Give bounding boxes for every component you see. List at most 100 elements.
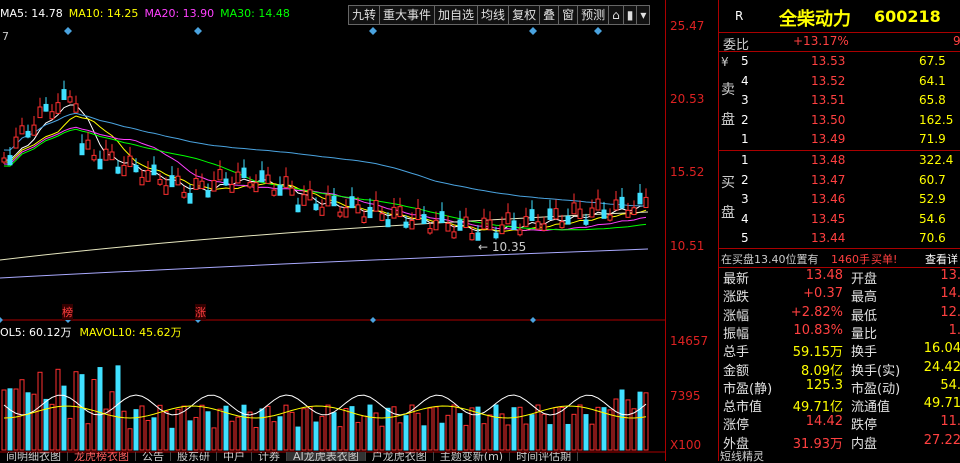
vol-ma10: MAVOL10: 45.62万 (79, 326, 182, 339)
stat-label: 流通值 (851, 400, 891, 416)
volume-bar (487, 414, 493, 451)
volume-bar (523, 423, 529, 451)
tab-detail[interactable]: 间明细衣图 (0, 452, 68, 461)
volume-bar (295, 426, 301, 451)
stock-header: R 全柴动力 600218 (719, 0, 960, 33)
sell-level-row[interactable]: 2 13.50 162.5 (719, 111, 960, 130)
sell-level-row[interactable]: 4 13.52 64.1 (719, 72, 960, 91)
stat-label: 外盘 (723, 436, 750, 452)
candle (175, 175, 181, 186)
forecast-button[interactable]: 预测 (578, 5, 610, 25)
level-number: 2 (741, 112, 749, 127)
stat-value: 24.42 (923, 359, 960, 375)
tab-lhb[interactable]: 龙虎榜衣图 (68, 452, 136, 461)
volume-bar (253, 426, 259, 451)
major-event-button[interactable]: 重大事件 (380, 5, 436, 25)
tab-holders[interactable]: 股东研 (171, 452, 217, 461)
sell-level-row[interactable]: 3 13.51 65.8 (719, 91, 960, 110)
order-note[interactable]: 在买盘13.40位置有 1460手 买单! 查看详 (719, 248, 960, 268)
price-axis: 25.47 20.53 15.52 10.51 14657 7395 X100 (665, 0, 719, 461)
candle (217, 169, 223, 181)
level-number: 5 (741, 231, 749, 245)
short-line-elf[interactable]: 短线精灵 (720, 451, 764, 462)
level-number: 1 (741, 153, 749, 167)
volume-bar (187, 420, 193, 451)
candle (211, 180, 217, 192)
note-link[interactable]: 查看详 (925, 251, 958, 267)
candle (547, 208, 553, 220)
volume-bar (451, 404, 457, 451)
candle (235, 171, 241, 184)
volume-bar (127, 428, 133, 451)
chevron-down-icon[interactable]: ▾ (637, 5, 651, 25)
window-button[interactable]: 窗 (559, 5, 579, 25)
candle (31, 124, 37, 136)
jiuzhuan-button[interactable]: 九转 (348, 5, 381, 25)
volume-bar (13, 388, 19, 451)
volume-bar (235, 416, 241, 451)
axis-label: 7395 (670, 389, 701, 403)
volume-bar (67, 417, 73, 451)
level-price: 13.49 (811, 132, 846, 146)
buy-level-row[interactable]: 5 13.44 70.6 (719, 229, 960, 248)
weibi-row: 委比 +13.17% 9 (719, 32, 960, 53)
add-watchlist-button[interactable]: 加自选 (435, 5, 479, 25)
kline-chart[interactable]: MA5: 14.78 MA10: 14.25 MA20: 13.90 MA30:… (0, 0, 665, 461)
sell-level-row[interactable]: 5 13.53 67.5 (719, 52, 960, 71)
level-number: 1 (741, 132, 749, 146)
candle (337, 211, 343, 217)
bar-chart-icon[interactable]: ▮ (623, 5, 638, 25)
candle (589, 207, 595, 218)
candle (511, 220, 517, 231)
volume-bar (43, 398, 49, 451)
marker-bang[interactable]: 榜 (62, 304, 73, 320)
candle (157, 179, 163, 185)
ma-button[interactable]: 均线 (478, 5, 510, 25)
marker-zhang[interactable]: 涨 (195, 304, 206, 320)
overlay-button[interactable]: 叠 (540, 5, 560, 25)
candle (523, 216, 529, 227)
buy-level-row[interactable]: 2 13.47 60.7 (719, 171, 960, 190)
candle (91, 154, 97, 161)
buy-level-row[interactable]: 1 13.48 322.4 (719, 151, 960, 170)
diamond-marker (370, 317, 376, 323)
home-icon[interactable]: ⌂ (609, 5, 624, 25)
buy-level-row[interactable]: 3 13.46 52.9 (719, 190, 960, 209)
level-volume: 52.9 (919, 192, 946, 206)
tab-zhonghu[interactable]: 中户 (217, 452, 252, 461)
candle (169, 175, 175, 188)
stat-value: 13.48 (805, 268, 843, 283)
candle (67, 96, 73, 103)
tab-time[interactable]: 时间评估期 (510, 452, 579, 461)
candle (499, 224, 505, 235)
volume-bar (241, 404, 247, 451)
stat-value: 12. (940, 304, 960, 320)
candle (367, 206, 373, 219)
candle (115, 166, 121, 174)
candle (559, 221, 565, 229)
candle (79, 143, 85, 156)
level-price: 13.53 (811, 54, 846, 68)
tab-jiquan[interactable]: 计券 (252, 452, 287, 461)
adjust-button[interactable]: 复权 (509, 5, 541, 25)
volume-bar (289, 411, 295, 451)
sell-level-row[interactable]: 1 13.49 71.9 (719, 130, 960, 149)
stat-value: 49.71亿 (792, 400, 843, 416)
diamond-marker (529, 27, 537, 35)
diamond-marker (194, 27, 202, 35)
volume-bar (259, 408, 265, 451)
stat-label: 最低 (851, 308, 878, 324)
tab-theme[interactable]: 主题变新(m) (434, 452, 511, 461)
volume-bar (331, 412, 337, 451)
level-volume: 70.6 (919, 231, 946, 245)
buy-level-row[interactable]: 4 13.45 54.6 (719, 210, 960, 229)
volume-bar (613, 398, 619, 451)
tab-notice[interactable]: 公告 (136, 452, 171, 461)
level-volume: 64.1 (919, 73, 946, 88)
candle (331, 196, 337, 207)
stat-value: 125.3 (805, 377, 843, 393)
tab-ai-lhb[interactable]: AI龙虎表衣图 (287, 452, 366, 461)
volume-bar (169, 427, 175, 451)
tab-hu-lhb[interactable]: 户龙虎衣图 (366, 452, 434, 461)
volume-bar (109, 391, 115, 451)
